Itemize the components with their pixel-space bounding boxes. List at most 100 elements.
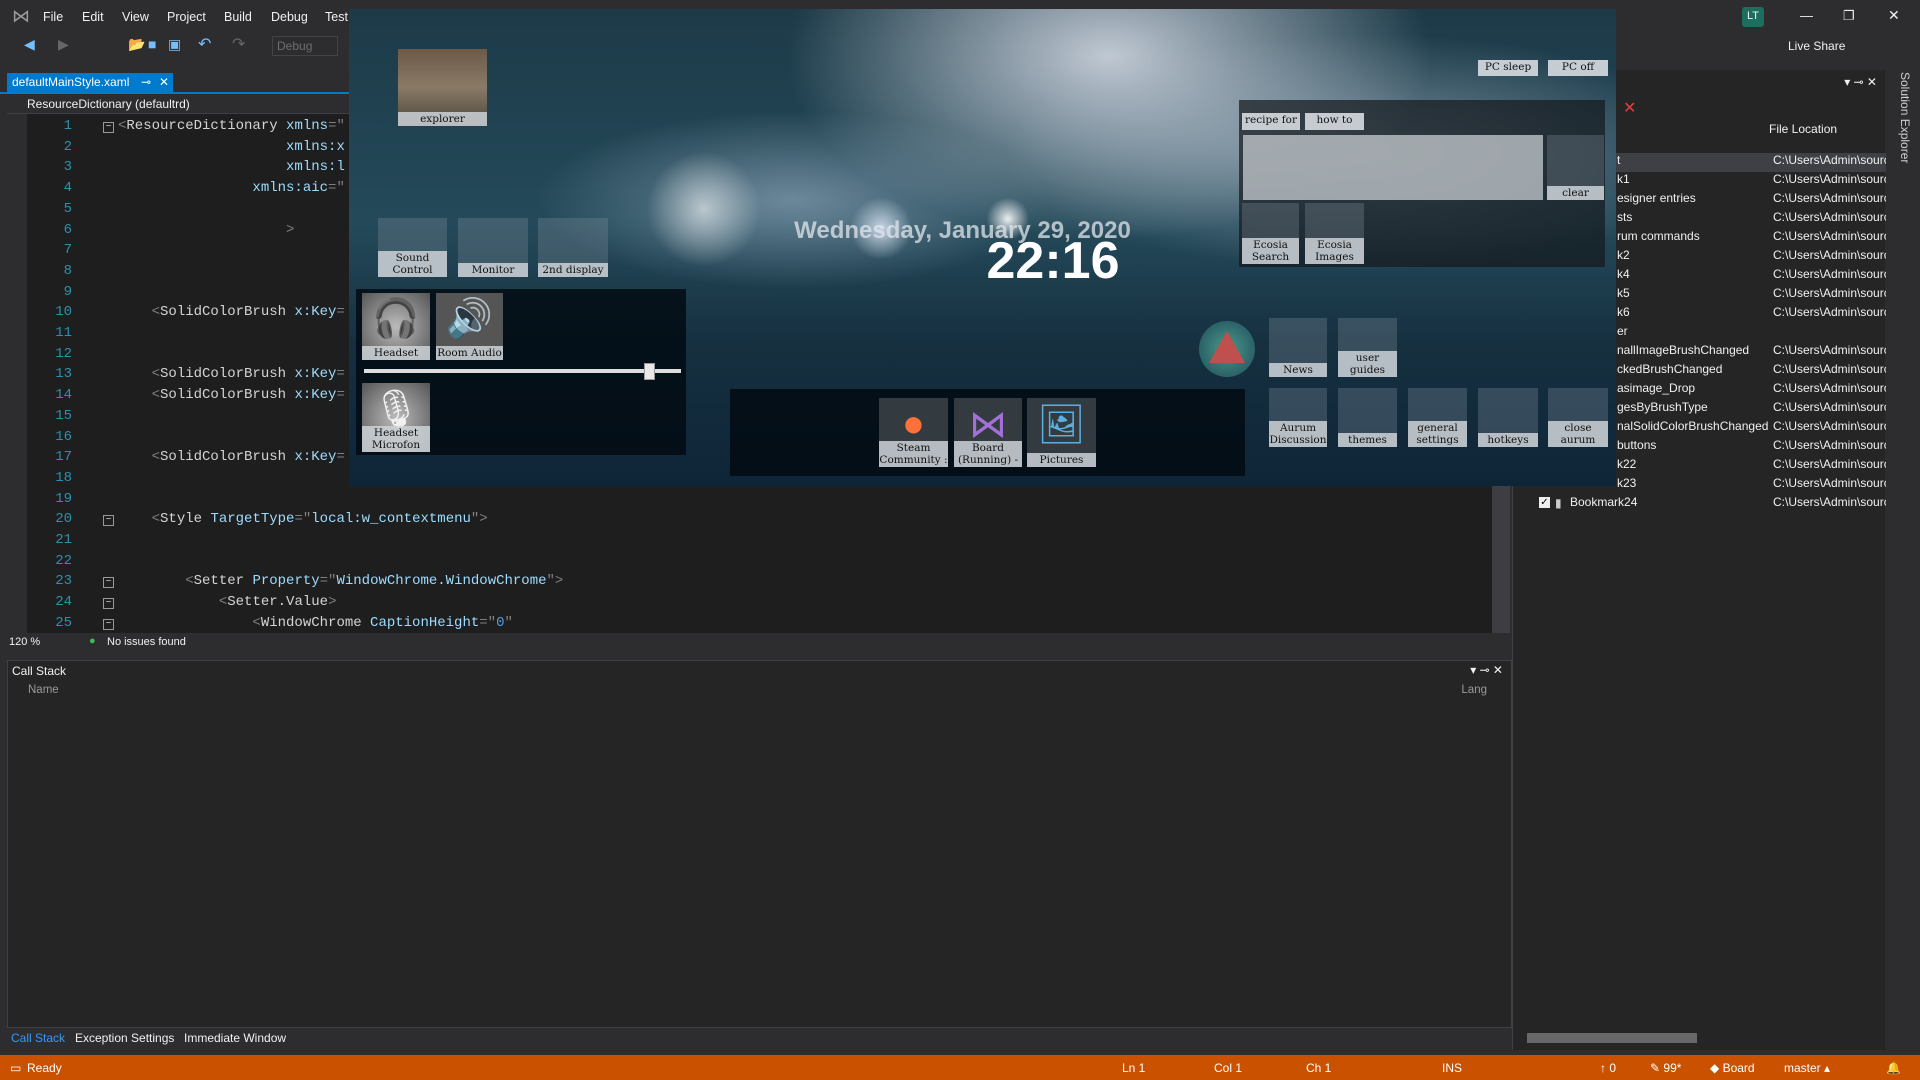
status-ins[interactable]: INS: [1442, 1061, 1462, 1075]
avatar[interactable]: LT: [1742, 7, 1764, 27]
restore-button[interactable]: ❐: [1843, 8, 1855, 24]
pin-icon[interactable]: ⊸: [141, 75, 151, 89]
line-number: 2: [63, 138, 72, 155]
headset-tile[interactable]: 🎧 Headset: [362, 293, 430, 360]
solution-explorer-tab[interactable]: Solution Explorer: [1892, 70, 1920, 1050]
room-audio-tile[interactable]: 🔊 Room Audio: [436, 293, 503, 360]
fold-toggle[interactable]: −: [103, 577, 114, 589]
status-col[interactable]: Col 1: [1214, 1061, 1242, 1075]
close-aurum-tile[interactable]: close aurum: [1548, 388, 1608, 447]
delete-bookmark-icon[interactable]: ✕: [1623, 98, 1636, 118]
bookmark-checkbox[interactable]: ✓: [1539, 497, 1550, 508]
code-line[interactable]: <SolidColorBrush x:Key=: [118, 304, 345, 320]
forward-icon[interactable]: ▶: [58, 36, 69, 53]
menu-project[interactable]: Project: [167, 10, 206, 24]
board-label: Board (Running) -: [954, 441, 1022, 467]
code-token: xmlns: [286, 118, 329, 134]
open-folder-icon[interactable]: 📂: [128, 36, 145, 53]
aurum-discussion-tile[interactable]: Aurum Discussion: [1269, 388, 1327, 447]
menu-build[interactable]: Build: [224, 10, 252, 24]
volume-slider[interactable]: [364, 369, 681, 373]
fold-toggle[interactable]: −: [103, 618, 114, 630]
code-line[interactable]: <SolidColorBrush x:Key=: [118, 449, 345, 465]
sound-control-tile[interactable]: Sound Control: [378, 218, 447, 277]
column-lang[interactable]: Lang: [1461, 684, 1487, 696]
volume-slider-thumb[interactable]: [644, 363, 656, 380]
column-name[interactable]: Name: [28, 684, 59, 696]
fold-toggle[interactable]: −: [103, 122, 114, 133]
explorer-tile[interactable]: explorer: [398, 49, 487, 126]
code-line[interactable]: >: [118, 222, 294, 238]
status-ch[interactable]: Ch 1: [1306, 1061, 1331, 1075]
menu-view[interactable]: View: [122, 10, 149, 24]
status-changes[interactable]: ✎ 99*: [1650, 1061, 1681, 1075]
horizontal-scrollbar[interactable]: [1527, 1033, 1697, 1043]
bookmark-row[interactable]: ✓ ▮ Bookmark24 C:\Users\Admin\source: [1513, 495, 1886, 514]
notifications-icon[interactable]: 🔔: [1886, 1061, 1901, 1075]
code-line[interactable]: <Setter Property="WindowChrome.WindowChr…: [118, 573, 563, 589]
pc-sleep-button[interactable]: PC sleep: [1478, 60, 1538, 76]
close-window-button[interactable]: ✕: [1888, 7, 1900, 24]
status-branch[interactable]: master ▴: [1784, 1061, 1830, 1075]
status-repo[interactable]: ◆ Board: [1710, 1061, 1755, 1075]
code-line[interactable]: xmlns:l: [118, 159, 345, 175]
live-share-button[interactable]: Live Share: [1788, 39, 1845, 53]
code-line[interactable]: xmlns:aic=": [118, 180, 344, 196]
aurum-logo-icon[interactable]: [1199, 321, 1255, 377]
ecosia-images-tile[interactable]: Ecosia Images: [1305, 203, 1364, 264]
close-panel-icon[interactable]: ▾ ⊸ ✕: [1470, 663, 1503, 677]
save-icon[interactable]: ■: [148, 36, 156, 52]
user-guides-tile[interactable]: user guides: [1338, 318, 1397, 377]
pc-off-button[interactable]: PC off: [1548, 60, 1608, 76]
code-line[interactable]: xmlns:x: [118, 139, 345, 155]
tab-immediate-window[interactable]: Immediate Window: [184, 1031, 286, 1045]
tab-exception-settings[interactable]: Exception Settings: [75, 1031, 174, 1045]
recipe-for-button[interactable]: recipe for: [1242, 113, 1300, 130]
code-line[interactable]: <SolidColorBrush x:Key=: [118, 387, 345, 403]
steam-community-tile[interactable]: ● Steam Community :: [879, 398, 948, 467]
how-to-button[interactable]: how to: [1305, 113, 1364, 130]
code-token: =": [479, 614, 497, 631]
code-token: <: [252, 614, 261, 631]
zoom-level[interactable]: 120 %: [9, 636, 40, 648]
search-input[interactable]: [1243, 135, 1543, 200]
fold-toggle[interactable]: −: [103, 598, 114, 610]
close-tab-icon[interactable]: ✕: [159, 75, 169, 89]
menu-debug[interactable]: Debug: [271, 10, 308, 24]
pictures-tile[interactable]: 🖼 Pictures: [1027, 398, 1096, 467]
second-display-tile[interactable]: 2nd display: [538, 218, 608, 277]
tab-call-stack[interactable]: Call Stack: [11, 1031, 65, 1045]
code-line[interactable]: <Style TargetType="local:w_contextmenu">: [118, 511, 488, 527]
monitor-tile[interactable]: Monitor: [458, 218, 528, 277]
solution-configuration-select[interactable]: Debug: [272, 36, 338, 56]
headset-microfon-tile[interactable]: 🎙 Headset Microfon: [362, 383, 430, 452]
column-file-location[interactable]: File Location: [1769, 122, 1837, 136]
panel-controls-icon[interactable]: ▾ ⊸ ✕: [1844, 75, 1877, 89]
board-tile[interactable]: ⋈ Board (Running) -: [954, 398, 1022, 467]
redo-icon[interactable]: ↷: [232, 34, 245, 54]
code-line[interactable]: <SolidColorBrush x:Key=: [118, 366, 345, 382]
general-settings-tile[interactable]: general settings: [1408, 388, 1467, 447]
save-all-icon[interactable]: ▣: [168, 36, 181, 53]
back-icon[interactable]: ◀: [24, 36, 35, 53]
status-line[interactable]: Ln 1: [1122, 1061, 1145, 1075]
code-line[interactable]: <WindowChrome CaptionHeight="0": [118, 614, 512, 631]
tab-defaultmainstyle[interactable]: defaultMainStyle.xaml ⊸ ✕: [7, 73, 173, 92]
ecosia-search-tile[interactable]: Ecosia Search: [1242, 203, 1299, 264]
menu-test[interactable]: Test: [325, 10, 348, 24]
code-line[interactable]: <ResourceDictionary xmlns=": [118, 118, 345, 134]
code-line[interactable]: <Setter.Value>: [118, 594, 337, 610]
minimize-button[interactable]: —: [1800, 8, 1813, 23]
menu-file[interactable]: File: [43, 10, 63, 24]
clear-button[interactable]: clear: [1547, 135, 1604, 200]
hotkeys-tile[interactable]: hotkeys: [1478, 388, 1538, 447]
issues-status[interactable]: No issues found: [107, 636, 186, 648]
fold-toggle[interactable]: −: [103, 515, 114, 527]
news-tile[interactable]: News: [1269, 318, 1327, 377]
undo-icon[interactable]: ↶: [198, 34, 211, 54]
themes-tile[interactable]: themes: [1338, 388, 1397, 447]
menu-edit[interactable]: Edit: [82, 10, 104, 24]
code-token: ">: [470, 511, 488, 528]
line-number: 22: [55, 552, 72, 569]
status-push[interactable]: ↑ 0: [1600, 1061, 1616, 1075]
